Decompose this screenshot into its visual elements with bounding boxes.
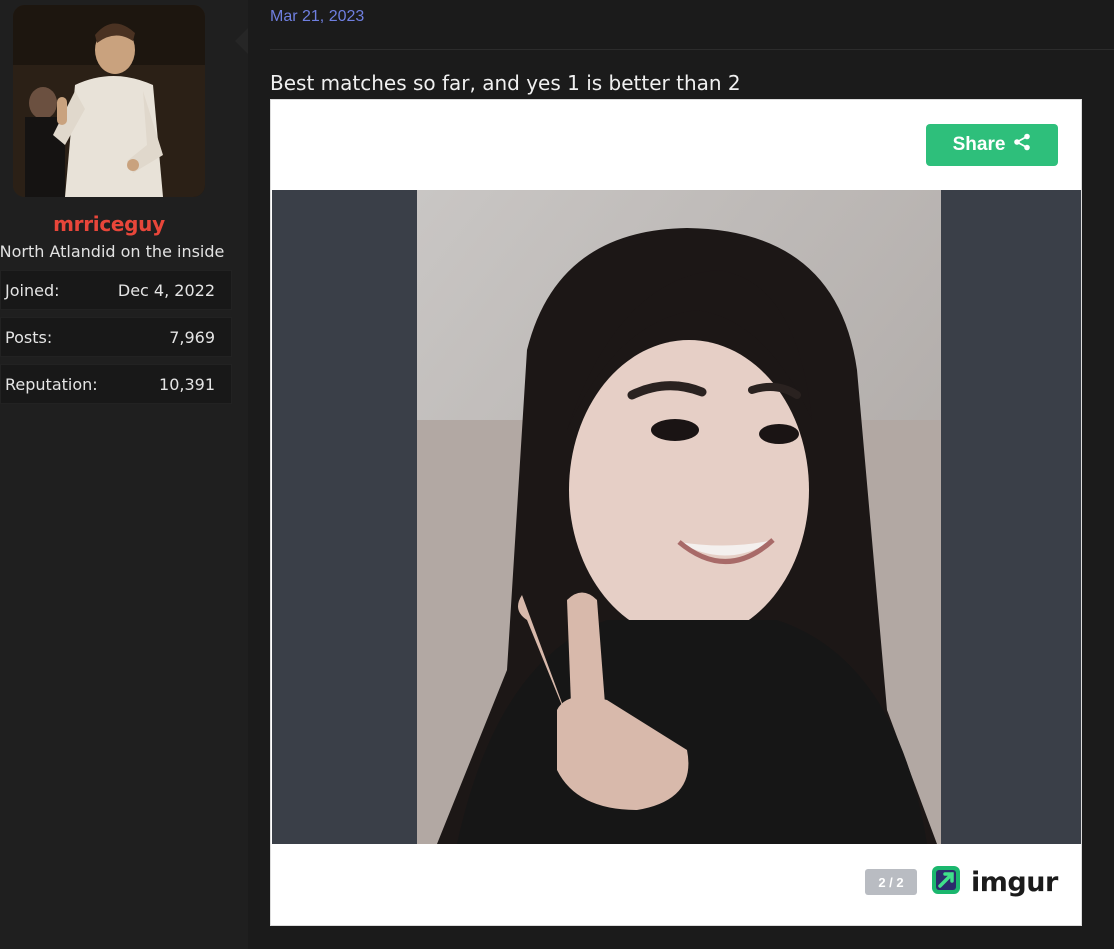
user-title: North Atlandid on the inside (0, 242, 225, 261)
imgur-logo-icon (931, 865, 961, 900)
imgur-wordmark: imgur (971, 866, 1058, 898)
stat-label: Posts: (5, 327, 53, 347)
imgur-brand-link[interactable]: imgur (931, 865, 1058, 900)
share-button[interactable]: Share (926, 124, 1058, 166)
stat-label: Reputation: (5, 374, 98, 394)
imgur-embed: Share 2 / 2 imgur (270, 99, 1082, 926)
post-body-text: Best matches so far, and yes 1 is better… (270, 71, 741, 95)
user-avatar[interactable] (13, 5, 205, 197)
stat-reputation: Reputation: 10,391 (0, 364, 232, 404)
embed-image-area[interactable] (272, 190, 1081, 844)
share-label: Share (952, 134, 1006, 155)
post-date-link[interactable]: Mar 21, 2023 (270, 8, 364, 26)
embedded-photo[interactable] (417, 190, 941, 844)
image-counter-badge: 2 / 2 (865, 869, 917, 895)
stat-value: Dec 4, 2022 (117, 280, 215, 300)
stat-posts: Posts: 7,969 (0, 317, 232, 357)
user-sidebar: mrriceguy North Atlandid on the inside J… (0, 0, 248, 949)
stat-value: 10,391 (159, 374, 215, 394)
share-icon (1013, 133, 1031, 157)
post-pointer-arrow (235, 28, 248, 54)
stat-label: Joined: (5, 280, 60, 300)
username-link[interactable]: mrriceguy (0, 212, 218, 236)
stat-joined: Joined: Dec 4, 2022 (0, 270, 232, 310)
stat-value: 7,969 (169, 327, 215, 347)
post-divider (270, 49, 1114, 50)
